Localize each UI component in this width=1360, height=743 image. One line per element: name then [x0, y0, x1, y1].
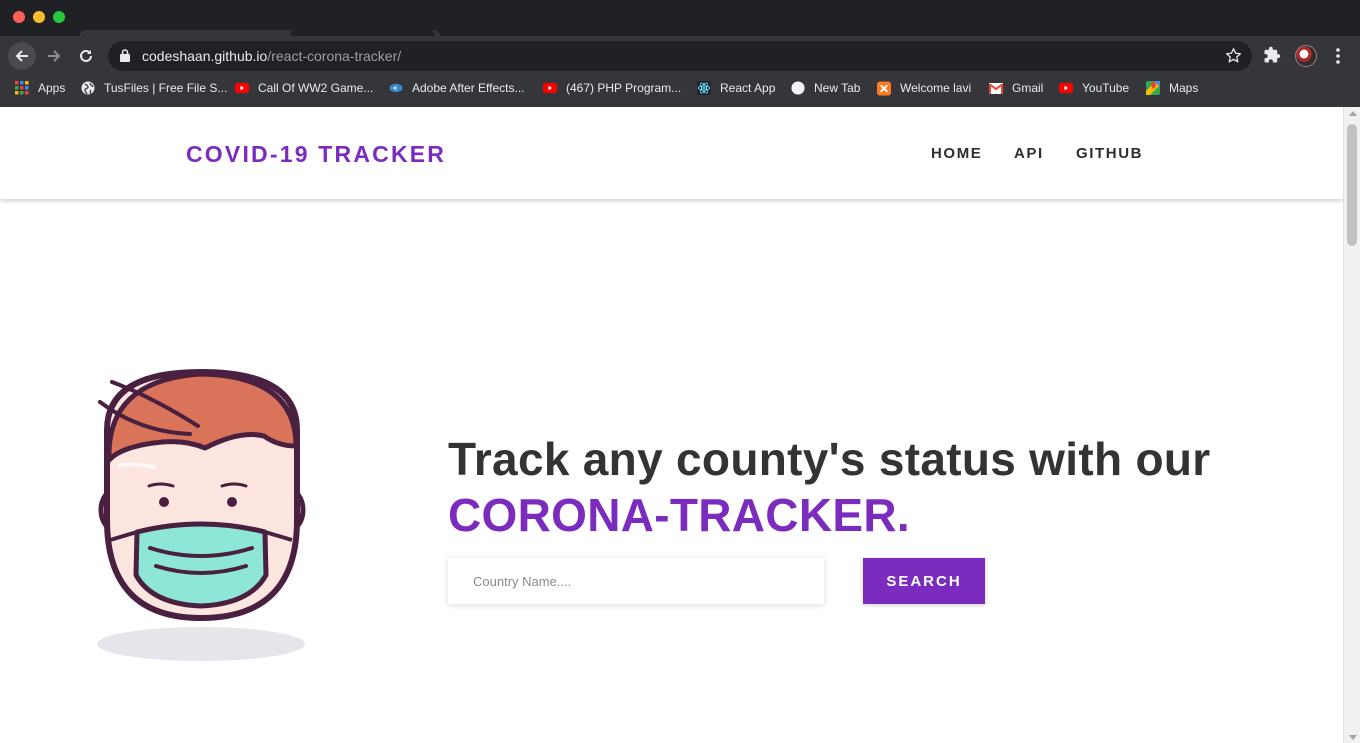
- scroll-down-icon[interactable]: [1349, 735, 1357, 740]
- maximize-window-button[interactable]: [53, 11, 65, 23]
- bookmark-label: Gmail: [1012, 81, 1044, 95]
- bookmark-label: Maps: [1169, 81, 1199, 95]
- hero-title: Track any county's status with our: [448, 433, 1211, 485]
- arrow-right-icon: [48, 50, 61, 62]
- react-icon: [697, 81, 711, 95]
- bookmark-label: Welcome lavi: [900, 81, 972, 95]
- bookmark-label: Apps: [38, 81, 66, 95]
- bookmark-label: TusFiles | Free File S...: [104, 81, 228, 95]
- site-brand[interactable]: COVID-19 TRACKER: [186, 141, 446, 167]
- bookmark-tusfiles[interactable]: TusFiles | Free File S...: [81, 76, 227, 100]
- bookmark-label: YouTube: [1082, 81, 1130, 95]
- bookmark-maps[interactable]: Maps: [1146, 76, 1198, 100]
- bookmark-label: Call Of WW2 Game...: [258, 81, 374, 95]
- gmail-icon: [989, 81, 1003, 95]
- forward-button[interactable]: [40, 42, 68, 70]
- reload-icon: [80, 49, 92, 62]
- extensions-puzzle-icon[interactable]: [1263, 46, 1281, 64]
- bookmark-new-tab[interactable]: New Tab: [791, 76, 860, 100]
- search-button[interactable]: SEARCH: [863, 558, 985, 604]
- arrow-left-icon: [15, 50, 28, 62]
- adobe-icon: [389, 81, 403, 95]
- lock-icon: [120, 49, 130, 62]
- xampp-icon: [877, 81, 891, 95]
- nav-api[interactable]: API: [1014, 145, 1044, 163]
- youtube-icon: [1059, 81, 1073, 95]
- bookmark-gmail[interactable]: Gmail: [989, 76, 1043, 100]
- minimize-window-button[interactable]: [33, 11, 45, 23]
- country-search-input[interactable]: [448, 558, 824, 604]
- maps-icon: [1146, 81, 1160, 95]
- nav-home[interactable]: HOME: [931, 145, 982, 163]
- window-titlebar: [0, 0, 1360, 36]
- bookmark-star-icon[interactable]: [1225, 47, 1242, 64]
- bookmark-label: (467) PHP Program...: [566, 81, 682, 95]
- profile-avatar[interactable]: [1295, 45, 1317, 67]
- bookmark-youtube[interactable]: YouTube: [1059, 76, 1129, 100]
- url-path: /react-corona-tracker/: [267, 48, 402, 64]
- url-text: codeshaan.github.io/react-corona-tracker…: [142, 49, 401, 63]
- url-host: codeshaan.github.io: [142, 48, 268, 64]
- circle-icon: [791, 81, 805, 95]
- bookmark-label: New Tab: [814, 81, 861, 95]
- reload-button[interactable]: [72, 42, 100, 70]
- bookmarks-bar: Apps TusFiles | Free File S... Call Of W…: [0, 76, 1360, 107]
- bookmark-label: Adobe After Effects...: [412, 81, 525, 95]
- bookmark-php-program[interactable]: (467) PHP Program...: [543, 76, 681, 100]
- globe-icon: [81, 81, 95, 95]
- youtube-icon: [235, 81, 249, 95]
- page-scrollbar[interactable]: [1343, 107, 1360, 743]
- bookmark-label: React App: [720, 81, 776, 95]
- address-bar[interactable]: codeshaan.github.io/react-corona-tracker…: [108, 41, 1252, 71]
- bookmark-call-of-ww2[interactable]: Call Of WW2 Game...: [235, 76, 373, 100]
- bookmark-adobe-after-effects[interactable]: Adobe After Effects...: [389, 76, 525, 100]
- bookmark-apps[interactable]: Apps: [15, 76, 65, 100]
- browser-toolbar: codeshaan.github.io/react-corona-tracker…: [0, 36, 1360, 76]
- close-window-button[interactable]: [13, 11, 25, 23]
- bookmark-welcome-lavi[interactable]: Welcome lavi: [877, 76, 971, 100]
- masked-face-illustration: [97, 368, 306, 661]
- hero-accent-title: CORONA-TRACKER.: [448, 489, 910, 541]
- scroll-up-icon[interactable]: [1349, 111, 1357, 116]
- youtube-icon: [543, 81, 557, 95]
- back-button[interactable]: [8, 42, 36, 70]
- scrollbar-thumb[interactable]: [1347, 124, 1357, 246]
- nav-github[interactable]: GITHUB: [1076, 145, 1143, 163]
- more-vertical-icon[interactable]: [1330, 47, 1346, 65]
- page-viewport: COVID-19 TRACKER HOME API GITHUB Track a…: [0, 107, 1343, 743]
- bookmark-react-app[interactable]: React App: [697, 76, 775, 100]
- apps-grid-icon: [15, 81, 29, 95]
- site-header: COVID-19 TRACKER HOME API GITHUB: [0, 107, 1343, 199]
